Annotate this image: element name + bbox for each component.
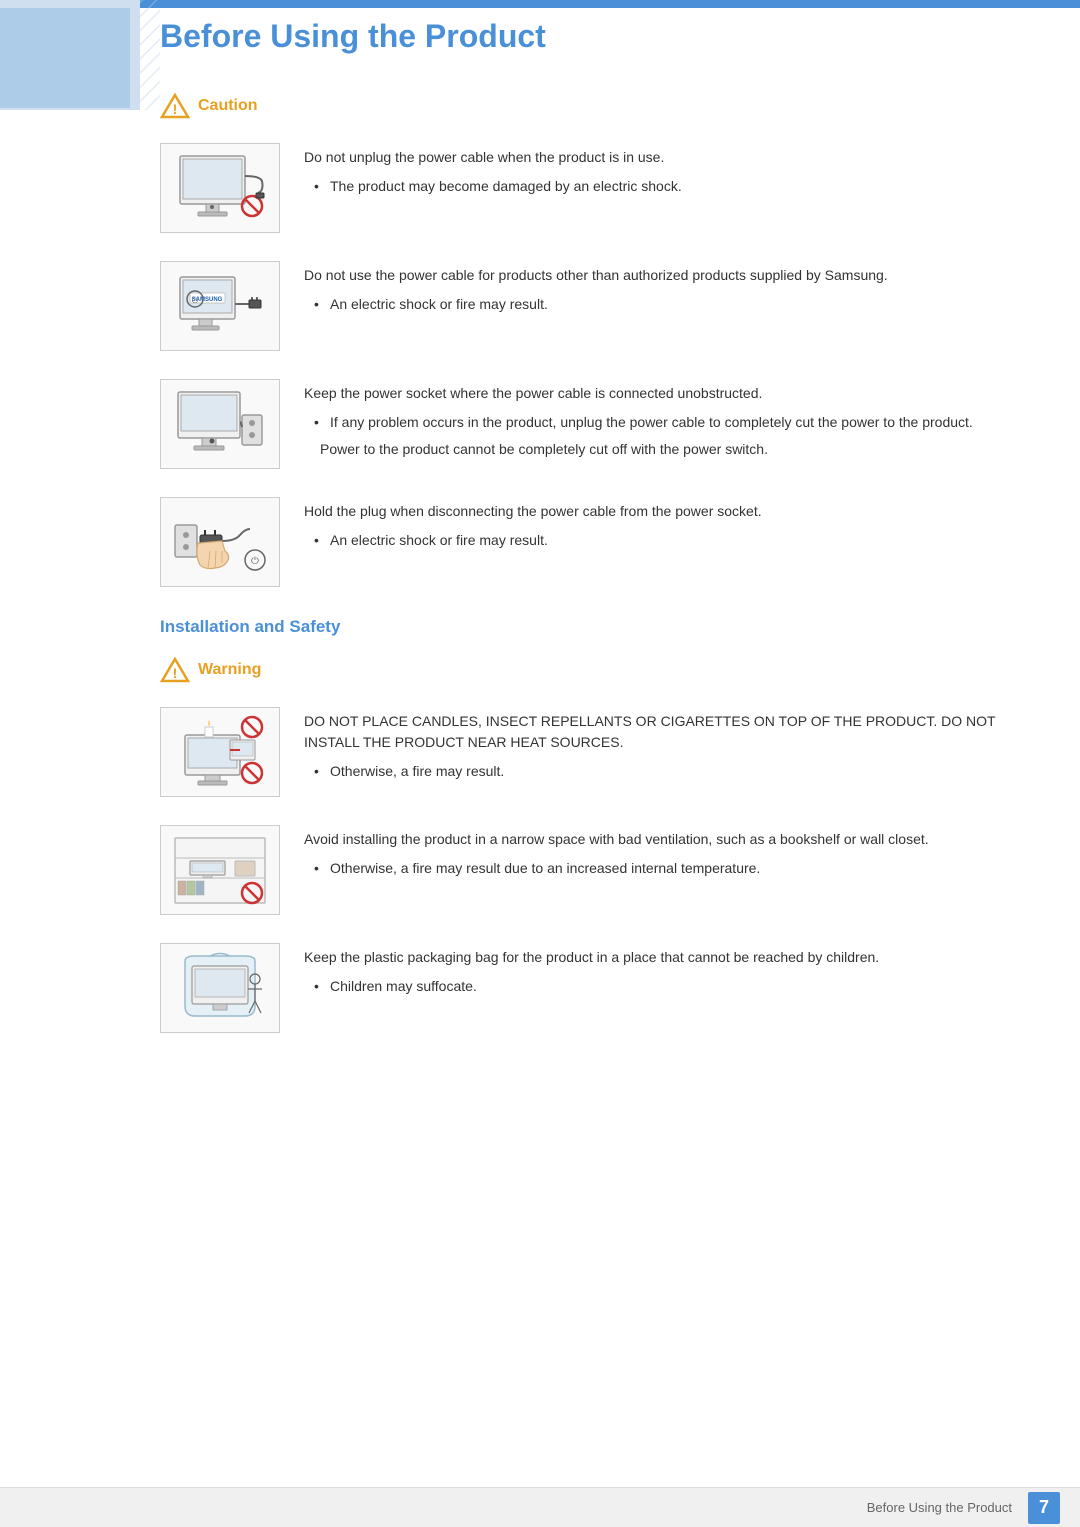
page-header: Before Using the Product [140, 0, 1080, 73]
caution-main-text-3: Keep the power socket where the power ca… [304, 383, 1020, 404]
warning-triangle-icon: ! [160, 657, 190, 683]
warning-item-1: DO NOT PLACE CANDLES, INSECT REPELLANTS … [160, 707, 1020, 797]
warning-image-2 [160, 825, 280, 915]
bullet-item: An electric shock or fire may result. [314, 530, 1020, 551]
caution-image-4: ⏻ [160, 497, 280, 587]
footer-text: Before Using the Product [867, 1500, 1012, 1515]
warning-section-header: ! Warning [160, 657, 1020, 683]
warning-image-1 [160, 707, 280, 797]
warning-main-text-2: Avoid installing the product in a narrow… [304, 829, 1020, 850]
caution-item-2: SAMSUNG ⏻ Do not use the power cable for… [160, 261, 1020, 351]
caution-sub-text-3: Power to the product cannot be completel… [304, 439, 1020, 460]
warning-bullets-2: Otherwise, a fire may result due to an i… [304, 858, 1020, 879]
bullet-item: An electric shock or fire may result. [314, 294, 1020, 315]
caution-bullets-1: The product may become damaged by an ele… [304, 176, 1020, 197]
caution-text-1: Do not unplug the power cable when the p… [304, 143, 1020, 203]
warning-label: Warning [198, 661, 261, 679]
caution-bullets-2: An electric shock or fire may result. [304, 294, 1020, 315]
page-number: 7 [1028, 1492, 1060, 1524]
page-title: Before Using the Product [160, 18, 1040, 55]
caution-main-text-2: Do not use the power cable for products … [304, 265, 1020, 286]
page-footer: Before Using the Product 7 [0, 1487, 1080, 1527]
caution-bullets-3: If any problem occurs in the product, un… [304, 412, 1020, 433]
top-stripe [0, 0, 1080, 8]
warning-item-2: Avoid installing the product in a narrow… [160, 825, 1020, 915]
installation-divider: Installation and Safety [160, 617, 1020, 637]
warning-text-2: Avoid installing the product in a narrow… [304, 825, 1020, 885]
warning-image-3 [160, 943, 280, 1033]
bullet-item: Otherwise, a fire may result. [314, 761, 1020, 782]
left-decorative-block [0, 0, 140, 110]
caution-section-header: ! Caution [160, 93, 1020, 119]
bullet-item: If any problem occurs in the product, un… [314, 412, 1020, 433]
caution-label: Caution [198, 97, 258, 115]
main-content: ! Caution Do not unp [140, 73, 1080, 1121]
bullet-item: Otherwise, a fire may result due to an i… [314, 858, 1020, 879]
bullet-item: Children may suffocate. [314, 976, 1020, 997]
caution-item-3: Keep the power socket where the power ca… [160, 379, 1020, 469]
caution-text-4: Hold the plug when disconnecting the pow… [304, 497, 1020, 557]
svg-text:!: ! [173, 101, 178, 117]
caution-main-text-1: Do not unplug the power cable when the p… [304, 147, 1020, 168]
caution-item-1: Do not unplug the power cable when the p… [160, 143, 1020, 233]
caution-image-3 [160, 379, 280, 469]
svg-text:!: ! [173, 665, 178, 681]
warning-item-3: Keep the plastic packaging bag for the p… [160, 943, 1020, 1033]
caution-bullets-4: An electric shock or fire may result. [304, 530, 1020, 551]
bullet-item: The product may become damaged by an ele… [314, 176, 1020, 197]
caution-triangle-icon: ! [160, 93, 190, 119]
caution-text-2: Do not use the power cable for products … [304, 261, 1020, 321]
installation-safety-title: Installation and Safety [160, 617, 1020, 637]
svg-text:⏻: ⏻ [192, 296, 199, 305]
caution-text-3: Keep the power socket where the power ca… [304, 379, 1020, 460]
warning-bullets-1: Otherwise, a fire may result. [304, 761, 1020, 782]
warning-main-text-3: Keep the plastic packaging bag for the p… [304, 947, 1020, 968]
caution-image-1 [160, 143, 280, 233]
warning-text-1: DO NOT PLACE CANDLES, INSECT REPELLANTS … [304, 707, 1020, 788]
warning-main-text-1: DO NOT PLACE CANDLES, INSECT REPELLANTS … [304, 711, 1020, 753]
caution-item-4: ⏻ Hold the plug when disconnecting the p… [160, 497, 1020, 587]
warning-bullets-3: Children may suffocate. [304, 976, 1020, 997]
svg-text:⏻: ⏻ [251, 556, 259, 567]
caution-image-2: SAMSUNG ⏻ [160, 261, 280, 351]
caution-main-text-4: Hold the plug when disconnecting the pow… [304, 501, 1020, 522]
warning-text-3: Keep the plastic packaging bag for the p… [304, 943, 1020, 1003]
